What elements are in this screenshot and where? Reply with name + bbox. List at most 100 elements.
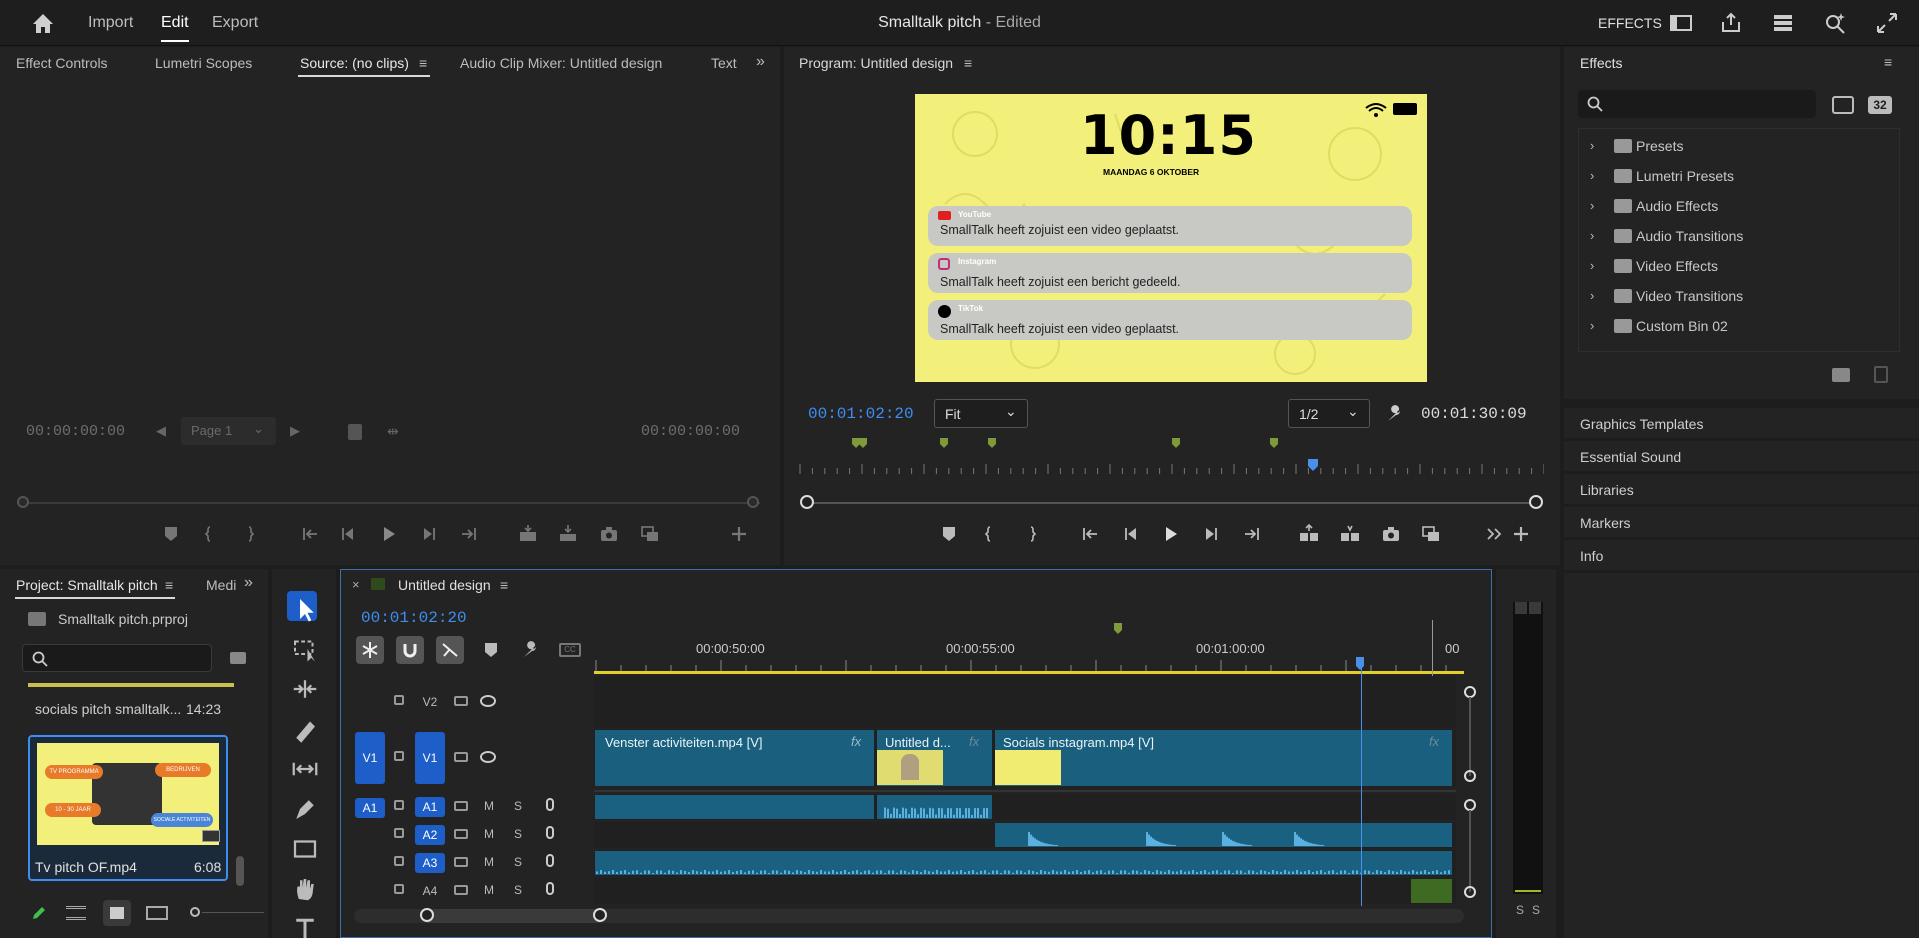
- sync-lock-icon[interactable]: [454, 696, 468, 706]
- mark-out-icon[interactable]: [1018, 523, 1040, 545]
- play-icon[interactable]: [377, 523, 399, 545]
- h-scroll-handle-right[interactable]: [593, 908, 607, 922]
- source-in-handle[interactable]: [17, 496, 29, 508]
- plus-icon[interactable]: [728, 523, 750, 545]
- new-bin-icon[interactable]: [1832, 368, 1850, 382]
- panel-layout-icon[interactable]: [1668, 10, 1694, 36]
- sync-lock-icon[interactable]: [454, 752, 468, 762]
- program-menu-icon[interactable]: ≡: [964, 55, 972, 71]
- share-icon[interactable]: [1718, 10, 1744, 36]
- solo-button[interactable]: S: [514, 799, 522, 813]
- project-menu-icon[interactable]: ≡: [165, 577, 173, 593]
- next-page-icon[interactable]: ▶: [290, 423, 300, 439]
- sequence-menu-icon[interactable]: ≡: [500, 577, 508, 593]
- project-scrollbar[interactable]: [236, 856, 244, 886]
- project-item-selected[interactable]: TV PROGRAMMA BEDRIJVEN 10 - 30 JAAR SOCI…: [28, 735, 228, 881]
- 32-bit-effects-icon[interactable]: 32: [1868, 96, 1892, 114]
- mark-out-icon[interactable]: [236, 523, 258, 545]
- side-panel-libraries[interactable]: Libraries: [1564, 474, 1919, 504]
- compare-icon[interactable]: [639, 523, 661, 545]
- effects-menu-icon[interactable]: ≡: [1884, 54, 1892, 70]
- source-patch-v1[interactable]: V1: [355, 732, 385, 784]
- sequence-tab[interactable]: Untitled design: [398, 577, 491, 593]
- tab-menu-icon[interactable]: ≡: [419, 55, 427, 71]
- plus-icon[interactable]: [1510, 523, 1532, 545]
- more-icon[interactable]: [1483, 523, 1505, 545]
- h-scroll-handle-left[interactable]: [420, 908, 434, 922]
- marker-icon[interactable]: [160, 523, 182, 545]
- wrench-icon[interactable]: [1385, 404, 1405, 427]
- lock-icon[interactable]: [394, 856, 404, 866]
- extract-icon[interactable]: [1339, 523, 1361, 545]
- side-panel-graphics-templates[interactable]: Graphics Templates: [1564, 408, 1919, 438]
- source-out-handle[interactable]: [747, 496, 759, 508]
- track-target-v1[interactable]: V1: [415, 732, 445, 784]
- a-zoom-track[interactable]: [1469, 810, 1471, 892]
- timeline-h-scroll-thumb[interactable]: [426, 909, 600, 923]
- accelerated-effects-icon[interactable]: [1832, 96, 1854, 114]
- zoom-slider-handle[interactable]: [190, 907, 200, 917]
- effects-item[interactable]: › Video Transitions: [1584, 286, 1884, 308]
- type-tool[interactable]: [287, 911, 317, 938]
- timeline-settings-wrench-icon[interactable]: [521, 640, 541, 663]
- timeline-ruler[interactable]: [594, 618, 1464, 676]
- trim-icon[interactable]: ⇹: [387, 423, 399, 440]
- project-search-input[interactable]: [22, 644, 212, 672]
- program-timecode[interactable]: 00:01:02:20: [808, 405, 914, 423]
- lock-icon[interactable]: [394, 800, 404, 810]
- pen-tool[interactable]: [287, 791, 317, 821]
- mark-in-icon[interactable]: [201, 523, 223, 545]
- step-fwd-icon[interactable]: [1199, 523, 1221, 545]
- track-target-a1[interactable]: A1: [415, 797, 445, 817]
- side-panel-info[interactable]: Info: [1564, 540, 1919, 570]
- track-lane-v2[interactable]: [594, 676, 1456, 728]
- program-scrub-bar[interactable]: [807, 502, 1537, 504]
- timeline-timecode[interactable]: 00:01:02:20: [361, 609, 467, 627]
- find-icon[interactable]: [230, 652, 246, 664]
- clip-untitled-design[interactable]: Untitled d... fx: [877, 730, 992, 786]
- search-sparkle-icon[interactable]: [1822, 10, 1848, 36]
- effects-item[interactable]: › Presets: [1584, 136, 1884, 158]
- tab-audio-clip-mixer[interactable]: Audio Clip Mixer: Untitled design: [460, 55, 662, 71]
- mute-button[interactable]: M: [484, 827, 494, 841]
- track-target-a2[interactable]: A2: [415, 825, 445, 845]
- step-fwd-icon[interactable]: [417, 523, 439, 545]
- lock-icon[interactable]: [394, 884, 404, 894]
- microphone-icon[interactable]: [546, 826, 554, 839]
- lift-icon[interactable]: [1298, 523, 1320, 545]
- track-target-a3[interactable]: A3: [415, 853, 445, 873]
- hand-tool[interactable]: [287, 871, 317, 901]
- a-zoom-handle-bottom[interactable]: [1464, 886, 1476, 898]
- nav-edit[interactable]: Edit: [161, 14, 189, 32]
- workspace-label[interactable]: EFFECTS: [1598, 15, 1662, 31]
- solo-button[interactable]: S: [514, 855, 522, 869]
- side-panel-markers[interactable]: Markers: [1564, 507, 1919, 537]
- sync-lock-icon[interactable]: [454, 801, 468, 811]
- captions-icon[interactable]: CC: [559, 643, 581, 657]
- eye-icon[interactable]: [480, 751, 496, 763]
- home-icon[interactable]: [30, 11, 56, 37]
- insert-icon[interactable]: [517, 523, 539, 545]
- pencil-icon[interactable]: [30, 904, 48, 925]
- overwrite-icon[interactable]: [557, 523, 579, 545]
- selection-tool[interactable]: [287, 591, 317, 622]
- sync-lock-icon[interactable]: [454, 885, 468, 895]
- effects-item[interactable]: › Custom Bin 02: [1584, 316, 1884, 338]
- timeline-playhead[interactable]: [1361, 668, 1362, 906]
- mute-button[interactable]: M: [484, 799, 494, 813]
- clip-venster-activiteiten[interactable]: Venster activiteiten.mp4 [V] fx: [595, 730, 874, 786]
- solo-right[interactable]: S: [1532, 903, 1540, 917]
- solo-button[interactable]: S: [514, 827, 522, 841]
- add-marker-icon[interactable]: [484, 642, 498, 661]
- snap-button[interactable]: [396, 636, 424, 664]
- linked-selection-button[interactable]: [436, 636, 464, 664]
- project-item-name[interactable]: socials pitch smalltalk...: [35, 701, 181, 717]
- more-tabs-icon[interactable]: »: [756, 53, 765, 71]
- effects-title[interactable]: Effects: [1580, 55, 1623, 71]
- camera-icon[interactable]: [598, 523, 620, 545]
- list-view-icon[interactable]: [66, 906, 86, 920]
- source-scrub-bar[interactable]: [20, 502, 760, 504]
- page-select[interactable]: Page 1 ⌄: [181, 417, 276, 445]
- microphone-icon[interactable]: [546, 854, 554, 867]
- lock-icon[interactable]: [394, 751, 404, 761]
